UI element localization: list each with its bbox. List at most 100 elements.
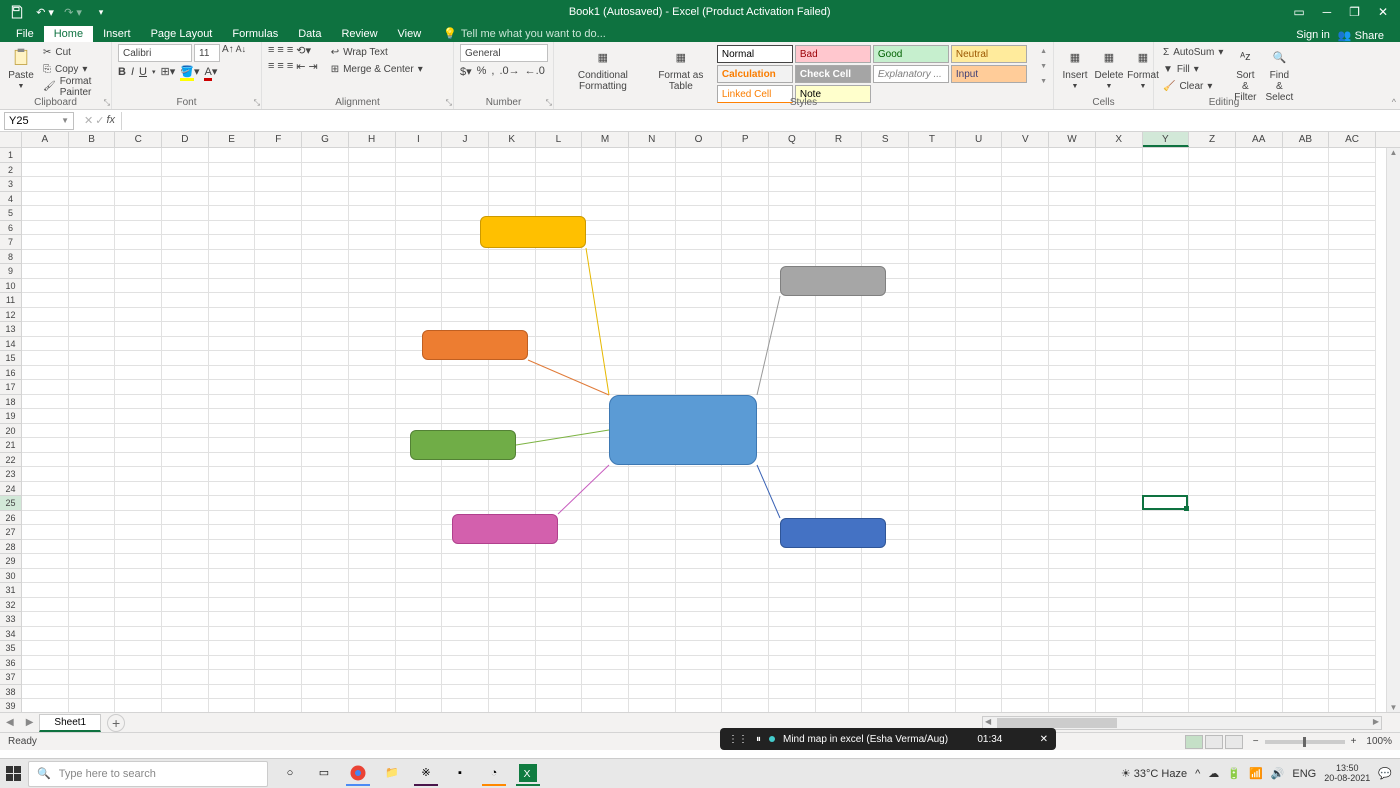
- cell[interactable]: [255, 351, 302, 366]
- cell[interactable]: [1002, 206, 1049, 221]
- cell[interactable]: [1236, 424, 1283, 439]
- cell[interactable]: [1329, 177, 1376, 192]
- cell[interactable]: [1143, 235, 1190, 250]
- cell[interactable]: [1143, 583, 1190, 598]
- cell[interactable]: [722, 612, 769, 627]
- cell[interactable]: [349, 366, 396, 381]
- notif-pause-icon[interactable]: ⏸: [756, 734, 761, 745]
- cell[interactable]: [489, 583, 536, 598]
- cell[interactable]: [302, 192, 349, 207]
- col-header-U[interactable]: U: [956, 132, 1003, 147]
- cell[interactable]: [909, 627, 956, 642]
- cell[interactable]: [909, 540, 956, 555]
- cell[interactable]: [69, 453, 116, 468]
- cell[interactable]: [22, 177, 69, 192]
- cell[interactable]: [69, 279, 116, 294]
- cell[interactable]: [69, 569, 116, 584]
- cell[interactable]: [396, 177, 443, 192]
- cell[interactable]: [1049, 279, 1096, 294]
- cell[interactable]: [442, 612, 489, 627]
- cell[interactable]: [676, 699, 723, 712]
- cell[interactable]: [209, 467, 256, 482]
- cell[interactable]: [1096, 250, 1143, 265]
- cell[interactable]: [1143, 206, 1190, 221]
- cell[interactable]: [1283, 627, 1330, 642]
- cell[interactable]: [536, 366, 583, 381]
- cell[interactable]: [162, 235, 209, 250]
- enter-formula-icon[interactable]: ✓: [95, 114, 104, 127]
- row-header[interactable]: 2: [0, 163, 22, 178]
- cell[interactable]: [396, 583, 443, 598]
- cell[interactable]: [536, 264, 583, 279]
- cell[interactable]: [396, 511, 443, 526]
- cell[interactable]: [349, 163, 396, 178]
- cell[interactable]: [396, 235, 443, 250]
- tray-battery-icon[interactable]: 🔋: [1227, 767, 1241, 780]
- cell[interactable]: [349, 685, 396, 700]
- cell[interactable]: [1189, 685, 1236, 700]
- cell[interactable]: [115, 453, 162, 468]
- increase-indent-icon[interactable]: ⇥: [308, 60, 317, 73]
- cell[interactable]: [676, 235, 723, 250]
- cell[interactable]: [209, 511, 256, 526]
- cell[interactable]: [1329, 685, 1376, 700]
- cell[interactable]: [349, 656, 396, 671]
- cell[interactable]: [442, 598, 489, 613]
- autosum-button[interactable]: Σ AutoSum ▾: [1160, 44, 1226, 61]
- cell[interactable]: [1096, 656, 1143, 671]
- cell[interactable]: [489, 641, 536, 656]
- cell[interactable]: [1049, 206, 1096, 221]
- cell[interactable]: [862, 235, 909, 250]
- cell[interactable]: [816, 409, 863, 424]
- cell[interactable]: [162, 525, 209, 540]
- cell[interactable]: [1189, 496, 1236, 511]
- cell[interactable]: [442, 380, 489, 395]
- cell[interactable]: [115, 395, 162, 410]
- cell[interactable]: [396, 192, 443, 207]
- fx-icon[interactable]: fx: [106, 114, 115, 127]
- cell[interactable]: [1236, 656, 1283, 671]
- cell[interactable]: [676, 206, 723, 221]
- cell[interactable]: [862, 685, 909, 700]
- cell[interactable]: [302, 482, 349, 497]
- cell[interactable]: [22, 438, 69, 453]
- cell[interactable]: [1096, 221, 1143, 236]
- cell[interactable]: [1329, 264, 1376, 279]
- cell[interactable]: [582, 366, 629, 381]
- cell[interactable]: [909, 264, 956, 279]
- cell[interactable]: [1049, 264, 1096, 279]
- cell[interactable]: [1143, 554, 1190, 569]
- cell[interactable]: [22, 221, 69, 236]
- col-header-T[interactable]: T: [909, 132, 956, 147]
- cell[interactable]: [162, 641, 209, 656]
- cell[interactable]: [629, 467, 676, 482]
- cell[interactable]: [1002, 525, 1049, 540]
- cell[interactable]: [722, 366, 769, 381]
- cell[interactable]: [1096, 192, 1143, 207]
- cell[interactable]: [1189, 235, 1236, 250]
- cell[interactable]: [582, 235, 629, 250]
- cell[interactable]: [862, 380, 909, 395]
- cell[interactable]: [1236, 293, 1283, 308]
- share-button[interactable]: 👥 Share: [1338, 29, 1384, 42]
- cell[interactable]: [396, 366, 443, 381]
- cell[interactable]: [162, 627, 209, 642]
- cell[interactable]: [676, 467, 723, 482]
- row-header[interactable]: 1: [0, 148, 22, 163]
- cell[interactable]: [1283, 308, 1330, 323]
- cell[interactable]: [956, 685, 1003, 700]
- style-normal[interactable]: Normal: [717, 45, 793, 63]
- cell[interactable]: [909, 163, 956, 178]
- cell[interactable]: [1049, 554, 1096, 569]
- cell[interactable]: [1096, 163, 1143, 178]
- cell[interactable]: [22, 656, 69, 671]
- cell[interactable]: [1283, 192, 1330, 207]
- cell[interactable]: [676, 250, 723, 265]
- cell[interactable]: [1002, 467, 1049, 482]
- cell[interactable]: [1236, 627, 1283, 642]
- cell[interactable]: [209, 235, 256, 250]
- cell[interactable]: [536, 279, 583, 294]
- cell[interactable]: [349, 337, 396, 352]
- cell[interactable]: [396, 685, 443, 700]
- cell[interactable]: [1049, 424, 1096, 439]
